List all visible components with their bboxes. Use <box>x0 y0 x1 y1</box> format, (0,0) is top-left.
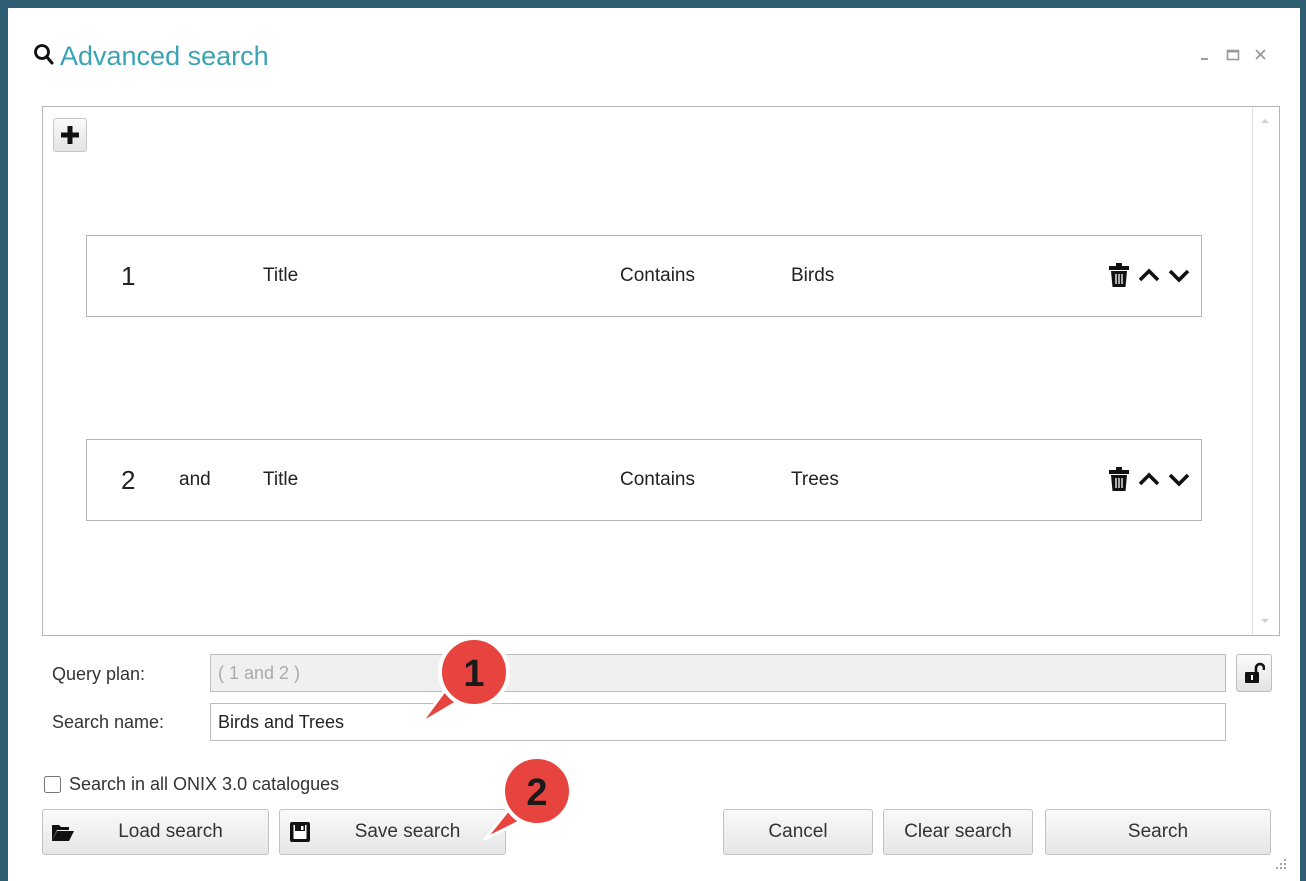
floppy-disk-icon <box>290 822 310 842</box>
add-criterion-button[interactable] <box>53 118 87 152</box>
criterion-condition[interactable]: Contains <box>620 236 695 316</box>
scroll-down-icon[interactable] <box>1261 619 1269 623</box>
load-search-label: Load search <box>118 821 223 842</box>
save-search-label: Save search <box>354 821 461 842</box>
all-catalogues-label[interactable]: Search in all ONIX 3.0 catalogues <box>69 774 339 795</box>
search-name-input[interactable] <box>210 703 1226 741</box>
criterion-number: 1 <box>121 261 136 291</box>
query-plan-field[interactable] <box>210 654 1226 692</box>
unlock-icon <box>1245 662 1265 683</box>
callout-number: 2 <box>526 772 547 814</box>
dialog-title: Advanced search <box>60 41 269 71</box>
criterion-field[interactable]: Title <box>263 236 298 316</box>
scroll-up-icon[interactable] <box>1261 119 1269 123</box>
minimize-icon[interactable] <box>1196 46 1214 64</box>
chevron-down-icon[interactable] <box>1167 266 1191 284</box>
trash-icon[interactable] <box>1107 466 1131 492</box>
criteria-scrollbar[interactable] <box>1252 107 1279 635</box>
cancel-button[interactable]: Cancel <box>723 809 873 855</box>
chevron-down-icon[interactable] <box>1167 470 1191 488</box>
all-catalogues-checkbox[interactable] <box>44 776 61 793</box>
trash-icon[interactable] <box>1107 262 1131 288</box>
criterion-row[interactable]: 2 and Title Contains Trees <box>86 439 1202 521</box>
load-search-button[interactable]: Load search <box>42 809 269 855</box>
plus-icon <box>61 126 79 144</box>
search-name-label: Search name: <box>52 712 165 732</box>
folder-open-icon <box>52 825 74 841</box>
save-search-button[interactable]: Save search <box>279 809 506 855</box>
criterion-field[interactable]: Title <box>263 440 298 520</box>
chevron-up-icon[interactable] <box>1137 470 1161 488</box>
clear-search-button[interactable]: Clear search <box>883 809 1033 855</box>
callout-badge: 1 <box>418 636 510 726</box>
chevron-up-icon[interactable] <box>1137 266 1161 284</box>
resize-grip-icon[interactable] <box>1272 856 1288 872</box>
criteria-panel: 1 Title Contains Birds 2 and Title Conta… <box>42 106 1280 636</box>
criterion-number: 2 <box>121 465 136 495</box>
criterion-condition[interactable]: Contains <box>620 440 695 520</box>
search-icon <box>34 44 54 65</box>
close-icon[interactable] <box>1252 46 1270 64</box>
query-plan-lock-button[interactable] <box>1236 654 1272 692</box>
criterion-value[interactable]: Birds <box>791 236 834 316</box>
advanced-search-dialog: Advanced search 1 Title Contains Birds 2… <box>8 8 1300 881</box>
callout-number: 1 <box>463 653 484 695</box>
criterion-value[interactable]: Trees <box>791 440 839 520</box>
criterion-row[interactable]: 1 Title Contains Birds <box>86 235 1202 317</box>
query-plan-label: Query plan: <box>52 664 146 684</box>
criterion-operator[interactable]: and <box>179 440 211 520</box>
search-button[interactable]: Search <box>1045 809 1271 855</box>
callout-badge: 2 <box>483 755 573 841</box>
maximize-icon[interactable] <box>1224 46 1242 64</box>
